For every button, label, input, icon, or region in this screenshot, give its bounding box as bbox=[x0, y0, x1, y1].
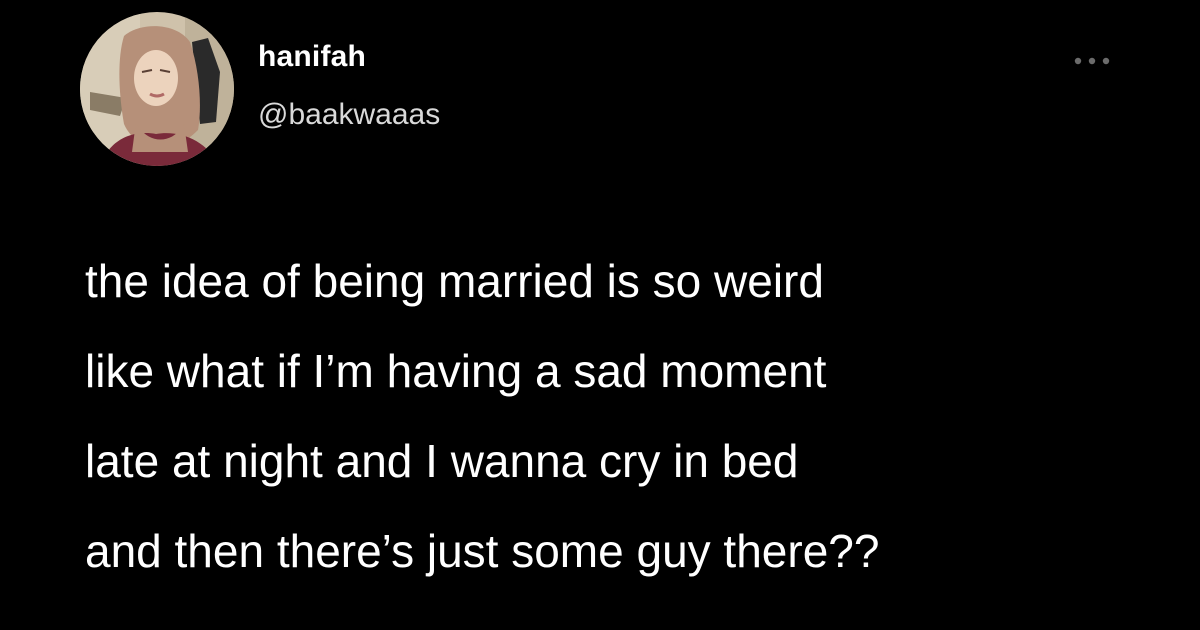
tweet-text-line: the idea of being married is so weird bbox=[85, 255, 824, 307]
tweet-text-line: late at night and I wanna cry in bed bbox=[85, 435, 799, 487]
tweet-card: hanifah @baakwaaas the idea of being mar… bbox=[0, 0, 1200, 630]
more-options-button[interactable] bbox=[1068, 46, 1118, 76]
more-dots-icon bbox=[1074, 57, 1110, 65]
tweet-text-line: and then there’s just some guy there?? bbox=[85, 525, 880, 577]
author-handle[interactable]: @baakwaaas bbox=[258, 98, 440, 132]
author-display-name[interactable]: hanifah bbox=[258, 40, 366, 74]
avatar-photo bbox=[80, 12, 234, 166]
tweet-text-line: like what if I’m having a sad moment bbox=[85, 345, 827, 397]
tweet-body: the idea of being married is so weird li… bbox=[85, 236, 1165, 596]
avatar[interactable] bbox=[80, 12, 234, 166]
